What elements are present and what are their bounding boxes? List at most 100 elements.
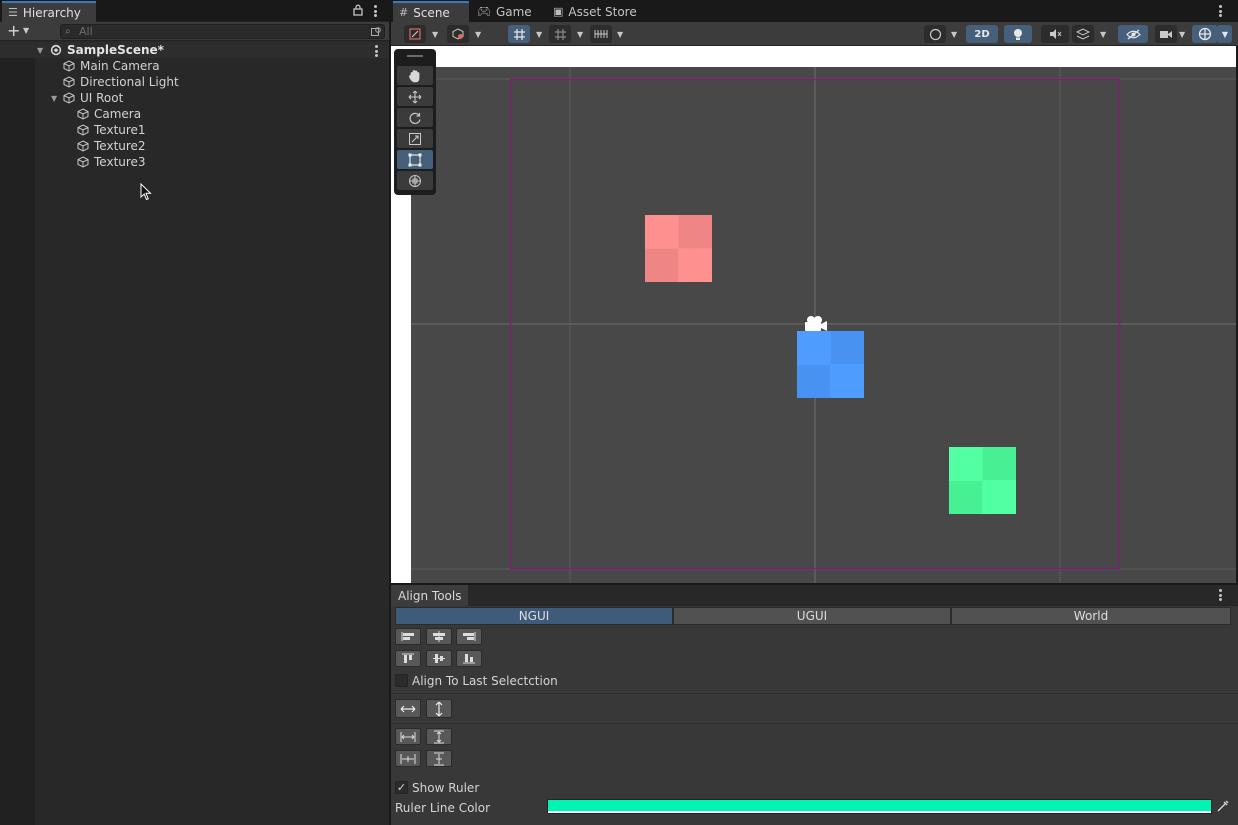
rotate-icon xyxy=(409,112,421,124)
hierarchy-item[interactable]: Camera xyxy=(0,106,389,122)
audio-toggle-button[interactable] xyxy=(1041,25,1069,43)
snap-grid-button[interactable] xyxy=(549,25,571,43)
snap-grid-dropdown-icon[interactable]: ▼ xyxy=(577,30,583,39)
scene-menu-icon[interactable] xyxy=(375,45,378,59)
move-icon xyxy=(408,90,422,103)
align-bottom-button[interactable] xyxy=(456,650,482,667)
hierarchy-search-input[interactable]: ⌕ All xyxy=(60,24,385,39)
collapse-arrow-icon[interactable]: ▼ xyxy=(37,46,43,55)
tab-game[interactable]: 🎮︎ Game xyxy=(471,1,543,22)
hierarchy-item[interactable]: Main Camera xyxy=(0,58,389,74)
hierarchy-item-label: Texture1 xyxy=(94,123,146,137)
scene-menu-icon[interactable] xyxy=(1219,5,1222,19)
distribute-v-button[interactable] xyxy=(426,728,452,745)
2d-toggle-button[interactable]: 2D xyxy=(966,25,998,43)
shading-button[interactable] xyxy=(924,25,946,43)
gizmo-grid-button[interactable] xyxy=(508,25,530,43)
align-middle-icon xyxy=(433,654,445,663)
eyedropper-icon[interactable] xyxy=(1217,799,1230,815)
gizmos-toggle-button[interactable] xyxy=(1192,25,1218,43)
hierarchy-item[interactable]: ▼ UI Root xyxy=(0,90,389,106)
hierarchy-item-label: Camera xyxy=(94,107,142,121)
tab-scene-label: Scene xyxy=(413,5,450,20)
ruler-color-label: Ruler Line Color xyxy=(395,801,491,815)
hidden-objects-toggle-button[interactable] xyxy=(1118,25,1148,43)
transform-tool-button[interactable] xyxy=(397,171,433,190)
align-last-label: Align To Last Selectction xyxy=(412,674,558,688)
space-h-button[interactable] xyxy=(395,750,421,767)
align-left-button[interactable] xyxy=(395,628,421,645)
tab-hierarchy[interactable]: ☰ Hierarchy xyxy=(2,1,96,22)
same-height-button[interactable] xyxy=(426,699,452,718)
mode-ngui-button[interactable]: NGUI xyxy=(395,607,673,625)
increment-snap-button[interactable] xyxy=(590,25,612,43)
search-filter-icon[interactable] xyxy=(371,26,382,40)
rotate-tool-button[interactable] xyxy=(397,108,433,127)
camera-gizmo-icon[interactable] xyxy=(802,315,830,333)
rect-transform-icon xyxy=(408,153,422,166)
camera-settings-button[interactable] xyxy=(1155,25,1177,43)
cube-icon xyxy=(63,92,75,104)
draw-mode-dropdown-icon[interactable]: ▼ xyxy=(432,30,438,39)
increment-snap-dropdown-icon[interactable]: ▼ xyxy=(617,30,623,39)
scene-viewport[interactable] xyxy=(391,46,1236,583)
effects-dropdown-icon[interactable]: ▼ xyxy=(1100,30,1106,39)
lock-icon[interactable] xyxy=(353,4,363,19)
add-icon[interactable]: + xyxy=(7,22,20,40)
add-dropdown-icon[interactable]: ▼ xyxy=(23,26,29,35)
camera-settings-dropdown-icon[interactable]: ▼ xyxy=(1179,30,1185,39)
tab-game-label: Game xyxy=(495,4,532,19)
align-tools-menu-icon[interactable] xyxy=(1219,589,1222,603)
hierarchy-item-label: Texture2 xyxy=(94,139,146,153)
render-mode-button[interactable] xyxy=(447,25,469,43)
same-width-button[interactable] xyxy=(395,699,421,718)
hierarchy-item[interactable]: Directional Light xyxy=(0,74,389,90)
draw-mode-button[interactable] xyxy=(404,25,426,43)
horizontal-arrows-icon xyxy=(400,705,416,712)
scene-toolbar: ▼ ▼ ▼ ▼ ▼ ▼ 2D ▼ ▼ ▼ xyxy=(391,22,1238,46)
shading-dropdown-icon[interactable]: ▼ xyxy=(951,30,957,39)
divider xyxy=(391,693,1238,694)
mode-ugui-button[interactable]: UGUI xyxy=(673,607,951,625)
mode-world-button[interactable]: World xyxy=(951,607,1231,625)
scene-row[interactable]: ▼ SampleScene* xyxy=(0,42,389,58)
show-ruler-checkbox[interactable]: ✓ xyxy=(395,781,408,794)
render-mode-dropdown-icon[interactable]: ▼ xyxy=(475,30,481,39)
mode-world-label: World xyxy=(1073,609,1109,623)
texture3-sprite[interactable] xyxy=(949,447,1016,514)
hierarchy-item-label: Texture3 xyxy=(94,155,146,169)
hierarchy-item[interactable]: Texture3 xyxy=(0,154,389,170)
lighting-toggle-button[interactable] xyxy=(1004,25,1032,43)
tab-align-tools[interactable]: Align Tools xyxy=(391,585,469,606)
scale-tool-button[interactable] xyxy=(397,129,433,148)
align-top-button[interactable] xyxy=(395,650,421,667)
texture2-sprite[interactable] xyxy=(797,331,864,398)
move-tool-button[interactable] xyxy=(397,87,433,106)
distribute-horizontal-icon xyxy=(400,731,416,742)
drag-handle-icon[interactable] xyxy=(407,55,423,57)
effects-button[interactable] xyxy=(1072,25,1094,43)
hand-tool-button[interactable] xyxy=(397,66,433,85)
mode-ngui-label: NGUI xyxy=(518,609,550,623)
ruler-color-field[interactable] xyxy=(547,799,1212,814)
hierarchy-panel: ☰ Hierarchy + ▼ ⌕ All ▼ SampleScene* Mai… xyxy=(0,0,389,825)
cube-icon xyxy=(77,140,89,152)
align-tools-panel: Align Tools NGUI UGUI World Align To Las… xyxy=(391,585,1238,825)
align-tools-tab-bar: Align Tools xyxy=(391,585,1238,606)
distribute-h-button[interactable] xyxy=(395,728,421,745)
gizmo-grid-dropdown-icon[interactable]: ▼ xyxy=(536,30,542,39)
space-v-button[interactable] xyxy=(426,750,452,767)
collapse-arrow-icon[interactable]: ▼ xyxy=(51,94,57,103)
hierarchy-menu-icon[interactable] xyxy=(374,5,377,19)
tab-scene[interactable]: # Scene xyxy=(393,1,469,22)
hierarchy-item[interactable]: Texture1 xyxy=(0,122,389,138)
rect-tool-button[interactable] xyxy=(397,150,433,169)
align-middle-button[interactable] xyxy=(426,650,452,667)
align-last-checkbox[interactable] xyxy=(395,674,408,687)
hierarchy-item[interactable]: Texture2 xyxy=(0,138,389,154)
texture1-sprite[interactable] xyxy=(645,215,712,282)
align-right-button[interactable] xyxy=(456,628,482,645)
align-center-h-button[interactable] xyxy=(426,628,452,645)
tab-asset-store[interactable]: ▣ Asset Store xyxy=(547,1,647,22)
gizmos-dropdown-button[interactable]: ▼ xyxy=(1218,25,1232,43)
